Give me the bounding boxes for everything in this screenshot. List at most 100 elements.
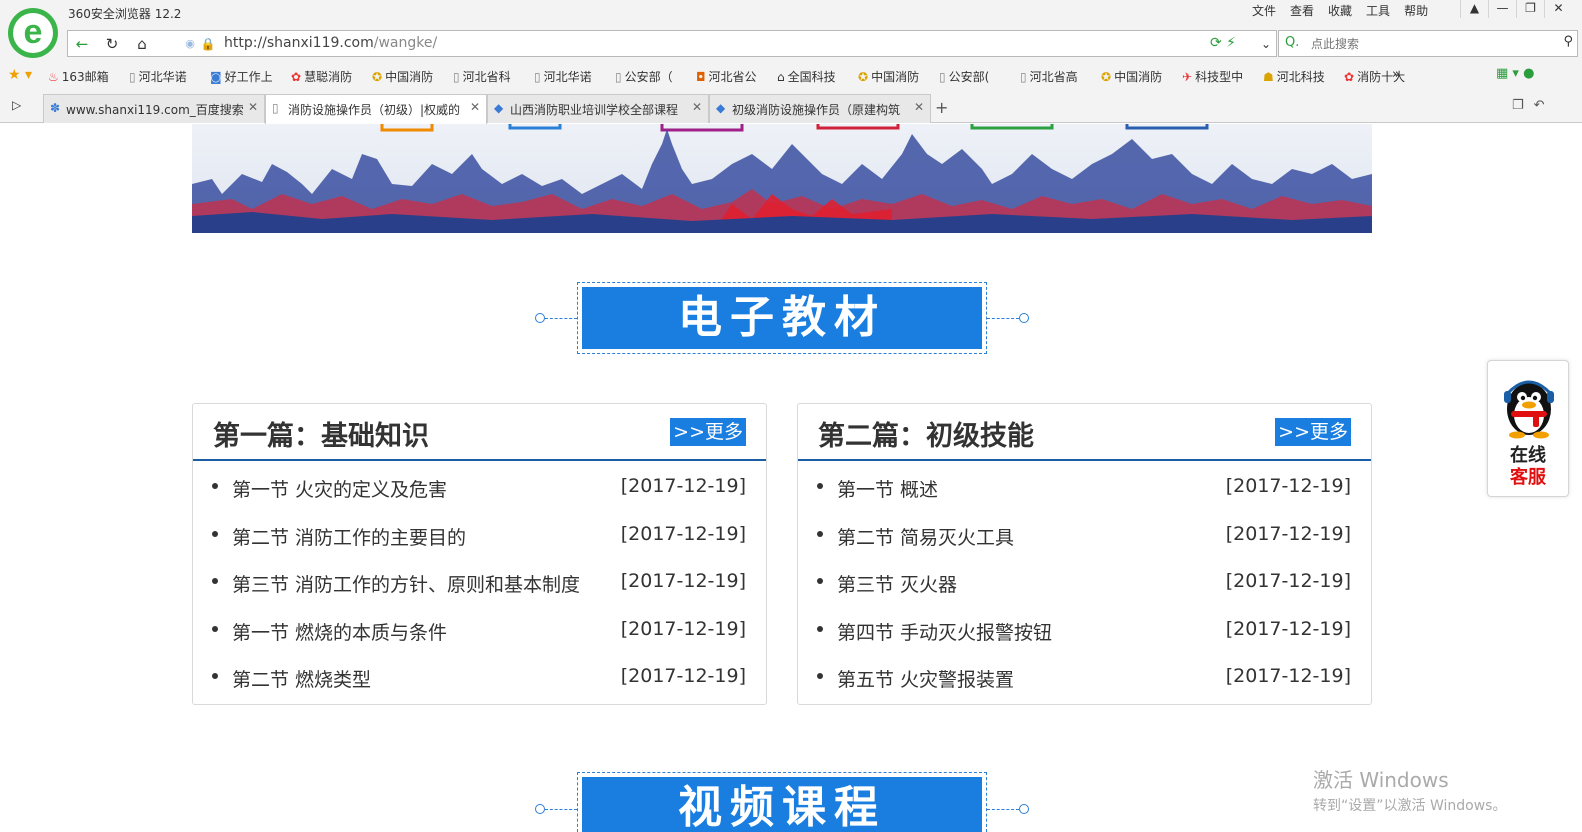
card-title: 第一篇：基础知识 <box>213 421 429 452</box>
card-header: 第二篇：初级技能 >>更多 <box>798 404 1371 461</box>
item-link[interactable]: 第一节 火灾的定义及危害 <box>232 475 447 502</box>
undo-close-icon[interactable]: ↶ <box>1534 98 1545 113</box>
card-basic-skills: 第二篇：初级技能 >>更多 第一节 概述 [2017-12-19] 第二节 简易灭… <box>797 403 1372 705</box>
item-date: [2017-12-19] <box>620 475 746 497</box>
tab-current-page[interactable]: ▯ 消防设施操作员（初级）|权威的 ✕ <box>265 94 487 124</box>
bookmark-item[interactable]: ▯ 河北省科 <box>453 68 534 85</box>
close-icon[interactable]: ✕ <box>692 100 702 114</box>
item-link[interactable]: 第二节 燃烧类型 <box>232 665 371 692</box>
close-icon[interactable]: ✕ <box>470 100 480 114</box>
bookmark-item[interactable]: ♨ 163邮箱 <box>48 68 129 85</box>
list-item[interactable]: 第二节 消防工作的主要目的 [2017-12-19] <box>193 514 766 562</box>
window-controls: ▲ — ❐ ✕ <box>1460 0 1572 18</box>
home-icon[interactable]: ⌂ <box>130 34 154 54</box>
search-input[interactable] <box>1309 34 1539 53</box>
address-input[interactable]: http://shanxi119.com/wangke/ <box>224 35 437 51</box>
list-item[interactable]: 第三节 灭火器 [2017-12-19] <box>798 561 1371 609</box>
tab-baidu-search[interactable]: ✽ www.shanxi119.com_百度搜索 ✕ <box>43 94 265 123</box>
search-icon[interactable]: ⚲ <box>1563 34 1573 49</box>
list-item[interactable]: 第一节 燃烧的本质与条件 [2017-12-19] <box>193 609 766 657</box>
bookmark-item[interactable]: ⌂ 全国科技 <box>777 68 858 85</box>
menu-favorites[interactable]: 收藏 <box>1328 2 1352 19</box>
bookmark-icon: ♨ <box>48 69 59 84</box>
item-link[interactable]: 第五节 火灾警报装置 <box>837 665 1014 692</box>
tab-course-list[interactable]: ◆ 山西消防职业培训学校全部课程 ✕ <box>487 94 709 123</box>
more-button[interactable]: >>更多 <box>670 418 746 446</box>
list-item[interactable]: 第五节 火灾警报装置 [2017-12-19] <box>798 656 1371 704</box>
close-icon[interactable]: ✕ <box>914 100 924 114</box>
bookmarks-more-button[interactable]: » <box>1392 67 1400 82</box>
item-link[interactable]: 第三节 灭火器 <box>837 570 957 597</box>
menu-bar: 文件 查看 收藏 工具 帮助 <box>1252 2 1428 19</box>
refresh-icon[interactable]: ↻ <box>100 34 124 54</box>
item-link[interactable]: 第一节 概述 <box>837 475 938 502</box>
item-link[interactable]: 第四节 手动灭火报警按钮 <box>837 618 1052 645</box>
item-date: [2017-12-19] <box>1225 475 1351 497</box>
tab-course-detail[interactable]: ◆ 初级消防设施操作员（原建构筑 ✕ <box>709 94 931 123</box>
bookmark-item[interactable]: ☗ 河北科技 <box>1263 68 1344 85</box>
sidebar-toggle-icon[interactable]: ▷ <box>12 98 21 112</box>
item-date: [2017-12-19] <box>1225 665 1351 687</box>
menu-help[interactable]: 帮助 <box>1404 2 1428 19</box>
chevron-down-icon[interactable]: ⌄ <box>1254 34 1278 54</box>
article-list: 第一节 概述 [2017-12-19] 第二节 简易灭火工具 [2017-12-19… <box>798 466 1371 704</box>
widget-label-service: 客服 <box>1510 467 1546 488</box>
item-date: [2017-12-19] <box>620 570 746 592</box>
bookmark-item[interactable]: ◘ 河北省公 <box>696 68 777 85</box>
bookmark-item[interactable]: ✿ 消防十大 <box>1344 68 1425 85</box>
bookmark-item[interactable]: ▯ 河北华诺 <box>129 68 210 85</box>
connector-line <box>987 809 1019 810</box>
page-icon: ▯ <box>272 101 279 115</box>
windows-activation-watermark: 激活 Windows 转到“设置”以激活 Windows。 <box>1313 764 1506 815</box>
close-icon[interactable]: ✕ <box>248 100 258 114</box>
bookmark-item[interactable]: ✪ 中国消防 <box>1101 68 1182 85</box>
menu-tools[interactable]: 工具 <box>1366 2 1390 19</box>
speed-mode-icon[interactable]: ⟳ ⚡ <box>1210 35 1236 51</box>
new-tab-button[interactable]: + <box>935 98 948 117</box>
close-window-button[interactable]: ✕ <box>1544 0 1572 18</box>
favorites-star-icon[interactable]: ★ ▾ <box>8 67 32 83</box>
bookmark-item[interactable]: ▯ 公安部（ <box>615 68 696 85</box>
bookmark-item[interactable]: ✪ 中国消防 <box>858 68 939 85</box>
bookmark-item[interactable]: ▯ 河北省高 <box>1020 68 1101 85</box>
tab-list-icon[interactable]: ❐ <box>1512 98 1524 113</box>
list-item[interactable]: 第一节 火灾的定义及危害 [2017-12-19] <box>193 466 766 514</box>
page-icon: ▯ <box>1020 69 1027 84</box>
emblem-icon: ✪ <box>1101 69 1112 84</box>
back-arrow-icon[interactable]: ← <box>70 34 94 54</box>
tab-tools: ❐ ↶ <box>1512 98 1545 113</box>
bookmark-item[interactable]: ▯ 河北华诺 <box>534 68 615 85</box>
list-item[interactable]: 第二节 燃烧类型 [2017-12-19] <box>193 656 766 704</box>
minimize-button[interactable]: — <box>1488 0 1516 18</box>
item-link[interactable]: 第二节 简易灭火工具 <box>837 523 1014 550</box>
article-list: 第一节 火灾的定义及危害 [2017-12-19] 第二节 消防工作的主要目的 [2… <box>193 466 766 704</box>
bookmark-item[interactable]: ◙ 好工作上 <box>210 68 291 85</box>
bookmark-item[interactable]: ✪ 中国消防 <box>372 68 453 85</box>
menu-view[interactable]: 查看 <box>1290 2 1314 19</box>
list-item[interactable]: 第二节 简易灭火工具 [2017-12-19] <box>798 514 1371 562</box>
bookmark-icon: ✈ <box>1182 69 1193 84</box>
watermark-title: 激活 Windows <box>1313 768 1449 792</box>
maximize-button[interactable]: ❐ <box>1516 0 1544 18</box>
list-item[interactable]: 第四节 手动灭火报警按钮 [2017-12-19] <box>798 609 1371 657</box>
apps-icon[interactable]: ▦ ▾ ● <box>1496 66 1534 81</box>
bookmark-item[interactable]: ✿ 慧聪消防 <box>291 68 372 85</box>
security-lock-icon[interactable]: 🔒 <box>196 34 220 54</box>
item-date: [2017-12-19] <box>1225 570 1351 592</box>
list-item[interactable]: 第三节 消防工作的方针、原则和基本制度 [2017-12-19] <box>193 561 766 609</box>
search-engine-icon[interactable]: Q. <box>1285 35 1299 50</box>
skin-button[interactable]: ▲ <box>1460 0 1488 18</box>
search-box: Q. ⚲ <box>1278 30 1578 57</box>
item-link[interactable]: 第一节 燃烧的本质与条件 <box>232 618 447 645</box>
item-link[interactable]: 第二节 消防工作的主要目的 <box>232 523 466 550</box>
list-item[interactable]: 第一节 概述 [2017-12-19] <box>798 466 1371 514</box>
bookmark-item[interactable]: ✈ 科技型中 <box>1182 68 1263 85</box>
menu-file[interactable]: 文件 <box>1252 2 1276 19</box>
emblem-icon: ✪ <box>858 69 869 84</box>
page-icon: ▯ <box>534 69 541 84</box>
tab-bar: ▷ ✽ www.shanxi119.com_百度搜索 ✕ ▯ 消防设施操作员（初… <box>0 90 1582 124</box>
online-service-widget[interactable]: 在线 客服 <box>1487 360 1569 497</box>
bookmark-item[interactable]: ▯ 公安部( <box>939 68 1020 85</box>
more-button[interactable]: >>更多 <box>1275 418 1351 446</box>
item-link[interactable]: 第三节 消防工作的方针、原则和基本制度 <box>232 570 580 597</box>
